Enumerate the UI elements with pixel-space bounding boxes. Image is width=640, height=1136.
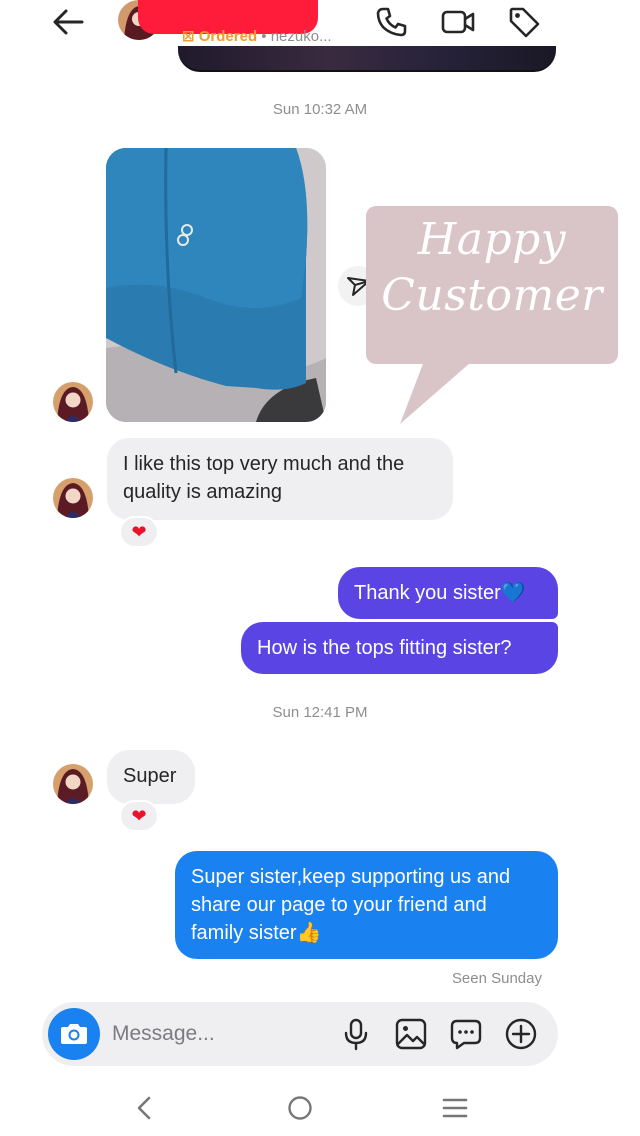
heart-icon: ❤ [131, 522, 147, 542]
menu-lines-icon [442, 1098, 468, 1118]
contact-subtitle: ⊠ Ordered • nezuko... [182, 27, 332, 45]
photo-message[interactable] [106, 148, 326, 422]
sticker-line-customer: Customer [381, 270, 603, 321]
chat-bubble-icon [450, 1019, 482, 1050]
sticker-line-happy: Happy [417, 214, 567, 265]
outgoing-message[interactable]: How is the tops fitting sister? [241, 622, 558, 674]
message-input[interactable] [112, 1020, 332, 1048]
contact-avatar[interactable] [53, 382, 93, 422]
sticker-button[interactable] [448, 1016, 484, 1052]
camera-icon [61, 1024, 87, 1044]
tag-button[interactable] [506, 4, 542, 40]
chevron-left-icon [137, 1096, 151, 1120]
more-options-button[interactable] [503, 1016, 539, 1052]
arrow-left-icon [53, 9, 84, 35]
incoming-message[interactable]: Super [107, 750, 195, 804]
nav-menu-button[interactable] [435, 1090, 475, 1126]
incoming-message[interactable]: I like this top very much and the qualit… [107, 438, 453, 520]
circle-home-icon [288, 1096, 312, 1120]
nav-back-button[interactable] [124, 1090, 164, 1126]
video-call-button[interactable] [440, 4, 476, 40]
heart-reaction[interactable]: ❤ [119, 800, 159, 832]
shared-post-preview[interactable] [178, 46, 556, 72]
contact-username: • nezuko... [261, 28, 332, 45]
call-button[interactable] [374, 4, 410, 40]
system-navigation-bar [0, 1078, 640, 1136]
heart-reaction[interactable]: ❤ [119, 516, 159, 548]
message-composer [42, 1002, 558, 1066]
ordered-status: ⊠ Ordered [182, 28, 258, 45]
image-icon [395, 1018, 427, 1050]
chat-header: ⊠ Ordered • nezuko... [0, 0, 640, 52]
outgoing-message[interactable]: Super sister,keep supporting us and shar… [175, 851, 558, 959]
contact-avatar[interactable] [53, 764, 93, 804]
back-button[interactable] [48, 4, 88, 40]
voice-message-button[interactable] [338, 1016, 374, 1052]
plus-circle-icon [505, 1018, 537, 1050]
timestamp: Sun 10:32 AM [272, 101, 368, 118]
video-camera-icon [441, 10, 475, 34]
happy-customer-sticker: Happy Customer [366, 206, 618, 426]
timestamp: Sun 12:41 PM [272, 704, 368, 721]
gallery-button[interactable] [393, 1016, 429, 1052]
phone-icon [376, 7, 407, 37]
outgoing-message[interactable]: Thank you sister💙 [338, 567, 558, 619]
camera-button[interactable] [48, 1008, 100, 1060]
seen-status: Seen Sunday [451, 970, 542, 987]
contact-avatar[interactable] [53, 478, 93, 518]
nav-home-button[interactable] [280, 1090, 320, 1126]
heart-icon: ❤ [131, 806, 147, 826]
tag-icon [509, 7, 540, 38]
microphone-icon [344, 1018, 368, 1051]
